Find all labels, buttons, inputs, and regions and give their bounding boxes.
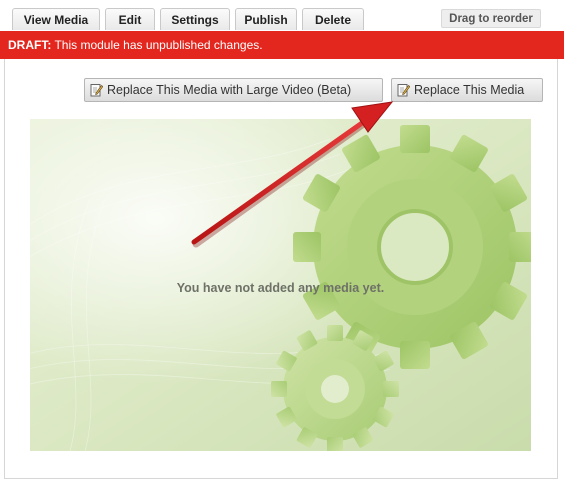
tab-view-media[interactable]: View Media [12,8,100,30]
drag-to-reorder-handle[interactable]: Drag to reorder [441,9,541,28]
edit-note-icon [397,84,410,97]
draft-message: This module has unpublished changes. [51,38,263,52]
draft-banner: DRAFT: This module has unpublished chang… [0,31,564,59]
replace-with-large-video-button[interactable]: Replace This Media with Large Video (Bet… [84,78,383,102]
empty-media-message: You have not added any media yet. [176,281,385,295]
edit-note-icon [90,84,103,97]
tab-publish[interactable]: Publish [235,8,297,30]
tab-settings[interactable]: Settings [160,8,230,30]
tab-delete[interactable]: Delete [302,8,364,30]
draft-label: DRAFT: [8,38,52,52]
tab-edit[interactable]: Edit [105,8,155,30]
module-editor: View Media Edit Settings Publish Delete … [0,0,564,488]
replace-media-label: Replace This Media [414,83,525,97]
replace-media-button[interactable]: Replace This Media [391,78,543,102]
media-placeholder: You have not added any media yet. [30,119,531,451]
replace-with-large-video-label: Replace This Media with Large Video (Bet… [107,83,352,97]
